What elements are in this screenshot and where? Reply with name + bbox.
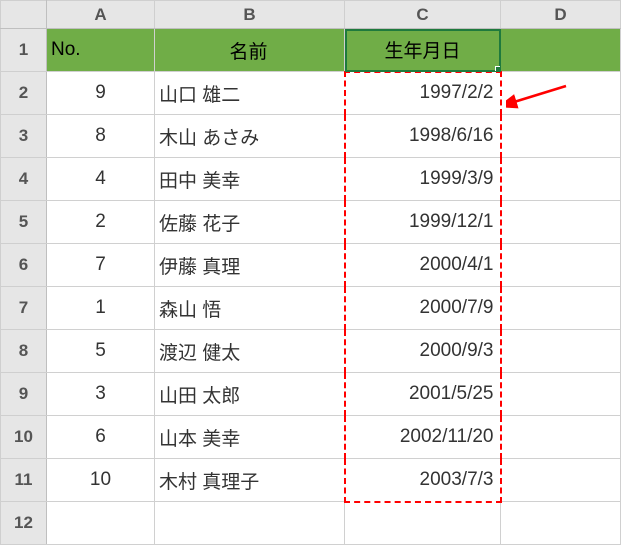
spreadsheet-grid[interactable]: A B C D 1 No. 名前 生年月日 2 9 山口 雄二 1997/2/2… xyxy=(0,0,621,545)
col-header-B[interactable]: B xyxy=(155,1,345,29)
row-header-9[interactable]: 9 xyxy=(1,373,47,416)
row-header-11[interactable]: 11 xyxy=(1,459,47,502)
cell-B10[interactable]: 山本 美幸 xyxy=(155,416,345,459)
cell-D10[interactable] xyxy=(501,416,621,459)
cell-A10[interactable]: 6 xyxy=(47,416,155,459)
row-header-4[interactable]: 4 xyxy=(1,158,47,201)
cell-C6[interactable]: 2000/4/1 xyxy=(345,244,501,287)
cell-C8[interactable]: 2000/9/3 xyxy=(345,330,501,373)
col-header-C[interactable]: C xyxy=(345,1,501,29)
col-header-A[interactable]: A xyxy=(47,1,155,29)
row-header-12[interactable]: 12 xyxy=(1,502,47,545)
cell-D11[interactable] xyxy=(501,459,621,502)
cell-D9[interactable] xyxy=(501,373,621,416)
cell-D1[interactable] xyxy=(501,29,621,72)
cell-C3[interactable]: 1998/6/16 xyxy=(345,115,501,158)
cell-B7[interactable]: 森山 悟 xyxy=(155,287,345,330)
cell-A12[interactable] xyxy=(47,502,155,545)
row-header-8[interactable]: 8 xyxy=(1,330,47,373)
cell-B2[interactable]: 山口 雄二 xyxy=(155,72,345,115)
cell-B12[interactable] xyxy=(155,502,345,545)
cell-D8[interactable] xyxy=(501,330,621,373)
cell-C4[interactable]: 1999/3/9 xyxy=(345,158,501,201)
cell-C10[interactable]: 2002/11/20 xyxy=(345,416,501,459)
row-header-7[interactable]: 7 xyxy=(1,287,47,330)
cell-C12[interactable] xyxy=(345,502,501,545)
cell-D12[interactable] xyxy=(501,502,621,545)
cell-B5[interactable]: 佐藤 花子 xyxy=(155,201,345,244)
row-header-3[interactable]: 3 xyxy=(1,115,47,158)
cell-B11[interactable]: 木村 真理子 xyxy=(155,459,345,502)
cell-A1[interactable]: No. xyxy=(47,29,155,72)
cell-C9[interactable]: 2001/5/25 xyxy=(345,373,501,416)
cell-B1[interactable]: 名前 xyxy=(155,29,345,72)
cell-B6[interactable]: 伊藤 真理 xyxy=(155,244,345,287)
cell-A6[interactable]: 7 xyxy=(47,244,155,287)
select-all-corner[interactable] xyxy=(1,1,47,29)
cell-D3[interactable] xyxy=(501,115,621,158)
row-header-2[interactable]: 2 xyxy=(1,72,47,115)
cell-A2[interactable]: 9 xyxy=(47,72,155,115)
cell-C1[interactable]: 生年月日 xyxy=(345,29,501,72)
row-header-10[interactable]: 10 xyxy=(1,416,47,459)
col-header-D[interactable]: D xyxy=(501,1,621,29)
cell-A11[interactable]: 10 xyxy=(47,459,155,502)
cell-B8[interactable]: 渡辺 健太 xyxy=(155,330,345,373)
cell-B4[interactable]: 田中 美幸 xyxy=(155,158,345,201)
cell-A3[interactable]: 8 xyxy=(47,115,155,158)
cell-D5[interactable] xyxy=(501,201,621,244)
cell-D6[interactable] xyxy=(501,244,621,287)
cell-A8[interactable]: 5 xyxy=(47,330,155,373)
cell-A9[interactable]: 3 xyxy=(47,373,155,416)
row-header-6[interactable]: 6 xyxy=(1,244,47,287)
cell-D4[interactable] xyxy=(501,158,621,201)
row-header-1[interactable]: 1 xyxy=(1,29,47,72)
cell-C2[interactable]: 1997/2/2 xyxy=(345,72,501,115)
row-header-5[interactable]: 5 xyxy=(1,201,47,244)
cell-B9[interactable]: 山田 太郎 xyxy=(155,373,345,416)
cell-B3[interactable]: 木山 あさみ xyxy=(155,115,345,158)
cell-A4[interactable]: 4 xyxy=(47,158,155,201)
cell-C7[interactable]: 2000/7/9 xyxy=(345,287,501,330)
cell-A5[interactable]: 2 xyxy=(47,201,155,244)
cell-D7[interactable] xyxy=(501,287,621,330)
cell-A7[interactable]: 1 xyxy=(47,287,155,330)
cell-C5[interactable]: 1999/12/1 xyxy=(345,201,501,244)
cell-D2[interactable] xyxy=(501,72,621,115)
cell-C11[interactable]: 2003/7/3 xyxy=(345,459,501,502)
